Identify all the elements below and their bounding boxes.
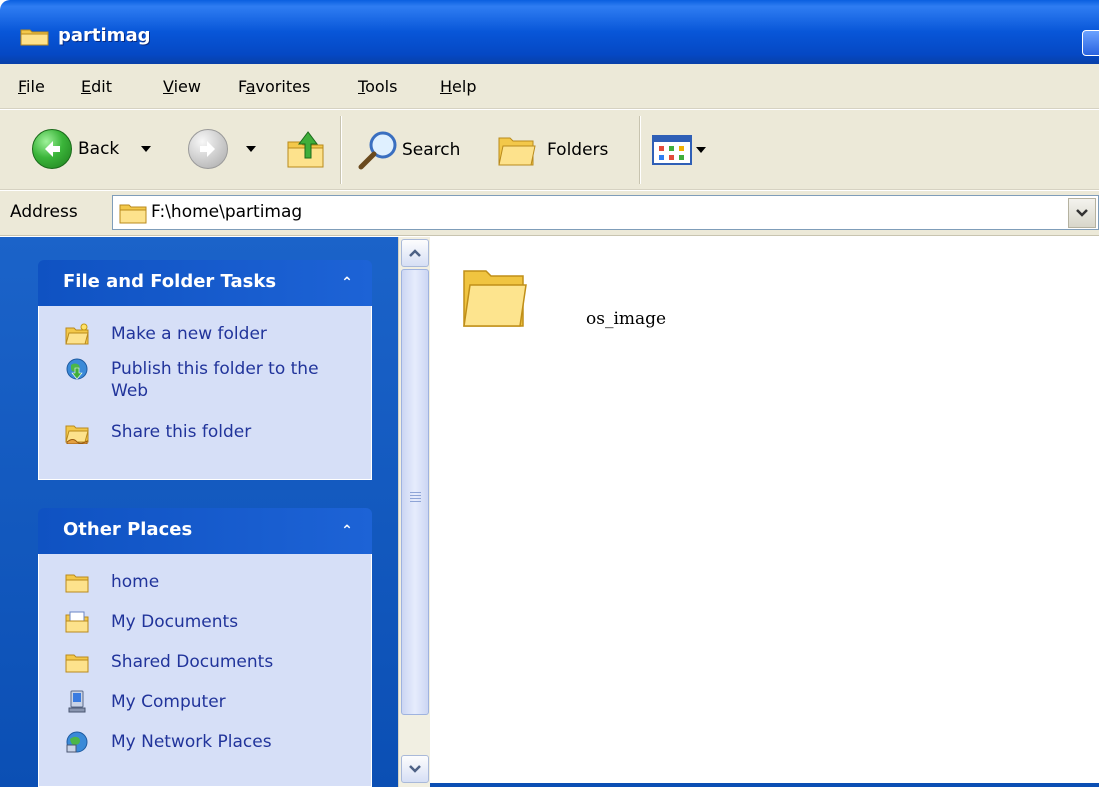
minimize-button[interactable] xyxy=(1082,30,1099,56)
address-field[interactable]: F:\home\partimag xyxy=(112,195,1099,230)
forward-button[interactable] xyxy=(188,129,256,169)
address-bar: Address F:\home\partimag xyxy=(0,191,1099,236)
forward-arrow-icon xyxy=(188,129,228,169)
folders-label: Folders xyxy=(547,140,609,160)
chevron-up-icon xyxy=(409,249,421,257)
bottom-border xyxy=(430,783,1099,787)
folders-button[interactable]: Folders xyxy=(497,132,608,168)
folder-icon xyxy=(65,574,89,593)
back-button[interactable]: Back xyxy=(32,129,152,169)
panel-body: home My Documents Shared Documents My Co… xyxy=(38,554,372,787)
place-my-network-places[interactable]: My Network Places xyxy=(39,726,371,766)
views-dropdown-icon[interactable] xyxy=(696,147,706,153)
place-label: My Network Places xyxy=(111,732,272,752)
folder-icon xyxy=(65,654,89,673)
menu-favorites[interactable]: Favorites xyxy=(238,77,310,96)
collapse-chevron-icon[interactable]: ⌃ xyxy=(336,272,358,294)
scroll-thumb[interactable] xyxy=(401,269,429,715)
back-label: Back xyxy=(78,139,120,159)
place-home[interactable]: home xyxy=(39,566,371,606)
place-label: My Computer xyxy=(111,692,226,712)
task-pane: File and Folder Tasks ⌃ Make a new folde… xyxy=(0,237,398,787)
scroll-up-button[interactable] xyxy=(401,239,429,267)
publish-web-icon xyxy=(66,358,88,380)
toolbar: Back Search Folders xyxy=(0,110,1099,190)
collapse-chevron-icon[interactable]: ⌃ xyxy=(336,520,358,542)
place-label: home xyxy=(111,572,160,592)
chevron-down-icon xyxy=(1076,209,1088,217)
folder-icon xyxy=(119,204,147,224)
scroll-grip xyxy=(410,492,421,504)
place-my-documents[interactable]: My Documents xyxy=(39,606,371,646)
panel-title: Other Places xyxy=(63,519,193,540)
task-label: Make a new folder xyxy=(111,324,267,344)
toolbar-separator xyxy=(639,116,641,184)
vertical-scrollbar[interactable] xyxy=(398,237,430,787)
search-label: Search xyxy=(402,140,461,160)
chevron-down-icon xyxy=(409,765,421,773)
menu-tools[interactable]: Tools xyxy=(358,77,397,96)
menu-view[interactable]: View xyxy=(163,77,201,96)
menu-bar: File Edit View Favorites Tools Help xyxy=(0,64,1099,109)
views-button[interactable] xyxy=(652,135,706,165)
place-label: My Documents xyxy=(111,612,239,632)
share-folder-icon xyxy=(65,425,89,444)
address-label: Address xyxy=(10,202,78,222)
panel-title: File and Folder Tasks xyxy=(63,271,277,292)
new-folder-icon xyxy=(65,323,89,345)
task-share-folder[interactable]: Share this folder xyxy=(39,416,371,451)
folders-icon xyxy=(498,137,536,166)
search-icon xyxy=(358,131,397,170)
folder-name: os_image xyxy=(586,309,667,329)
menu-help[interactable]: Help xyxy=(440,77,476,96)
up-folder-icon xyxy=(287,131,324,168)
my-documents-icon xyxy=(65,611,89,633)
views-icon xyxy=(652,135,692,165)
back-arrow-icon xyxy=(32,129,72,169)
title-bar[interactable]: partimag xyxy=(0,0,1099,64)
file-list-area[interactable]: os_image xyxy=(430,237,1099,787)
task-make-new-folder[interactable]: Make a new folder xyxy=(39,318,371,353)
place-label: Shared Documents xyxy=(111,652,274,672)
back-dropdown-icon[interactable] xyxy=(141,146,152,152)
up-button[interactable] xyxy=(286,128,326,170)
file-folder-tasks-panel: File and Folder Tasks ⌃ Make a new folde… xyxy=(38,260,372,480)
folder-item-os-image[interactable]: os_image xyxy=(460,261,666,335)
folder-icon xyxy=(463,270,527,327)
place-shared-documents[interactable]: Shared Documents xyxy=(39,646,371,686)
place-my-computer[interactable]: My Computer xyxy=(39,686,371,726)
address-dropdown-button[interactable] xyxy=(1068,198,1096,228)
task-publish-folder[interactable]: Publish this folder to the Web xyxy=(39,353,371,416)
menu-file[interactable]: File xyxy=(18,77,45,96)
panel-header[interactable]: File and Folder Tasks ⌃ xyxy=(38,260,372,306)
task-label: Publish this folder to the Web xyxy=(111,359,319,401)
other-places-panel: Other Places ⌃ home My Documents Shared … xyxy=(38,508,372,787)
panel-header[interactable]: Other Places ⌃ xyxy=(38,508,372,554)
panel-body: Make a new folder Publish this folder to… xyxy=(38,306,372,480)
search-button[interactable]: Search xyxy=(356,130,460,170)
folder-icon xyxy=(20,29,49,46)
my-computer-icon xyxy=(68,690,86,713)
toolbar-separator xyxy=(340,116,342,184)
address-value[interactable]: F:\home\partimag xyxy=(151,202,302,222)
window-title: partimag xyxy=(58,25,151,46)
forward-dropdown-icon[interactable] xyxy=(246,146,256,152)
task-label: Share this folder xyxy=(111,422,252,442)
network-places-icon xyxy=(66,731,88,753)
menu-edit[interactable]: Edit xyxy=(81,77,112,96)
scroll-down-button[interactable] xyxy=(401,755,429,783)
